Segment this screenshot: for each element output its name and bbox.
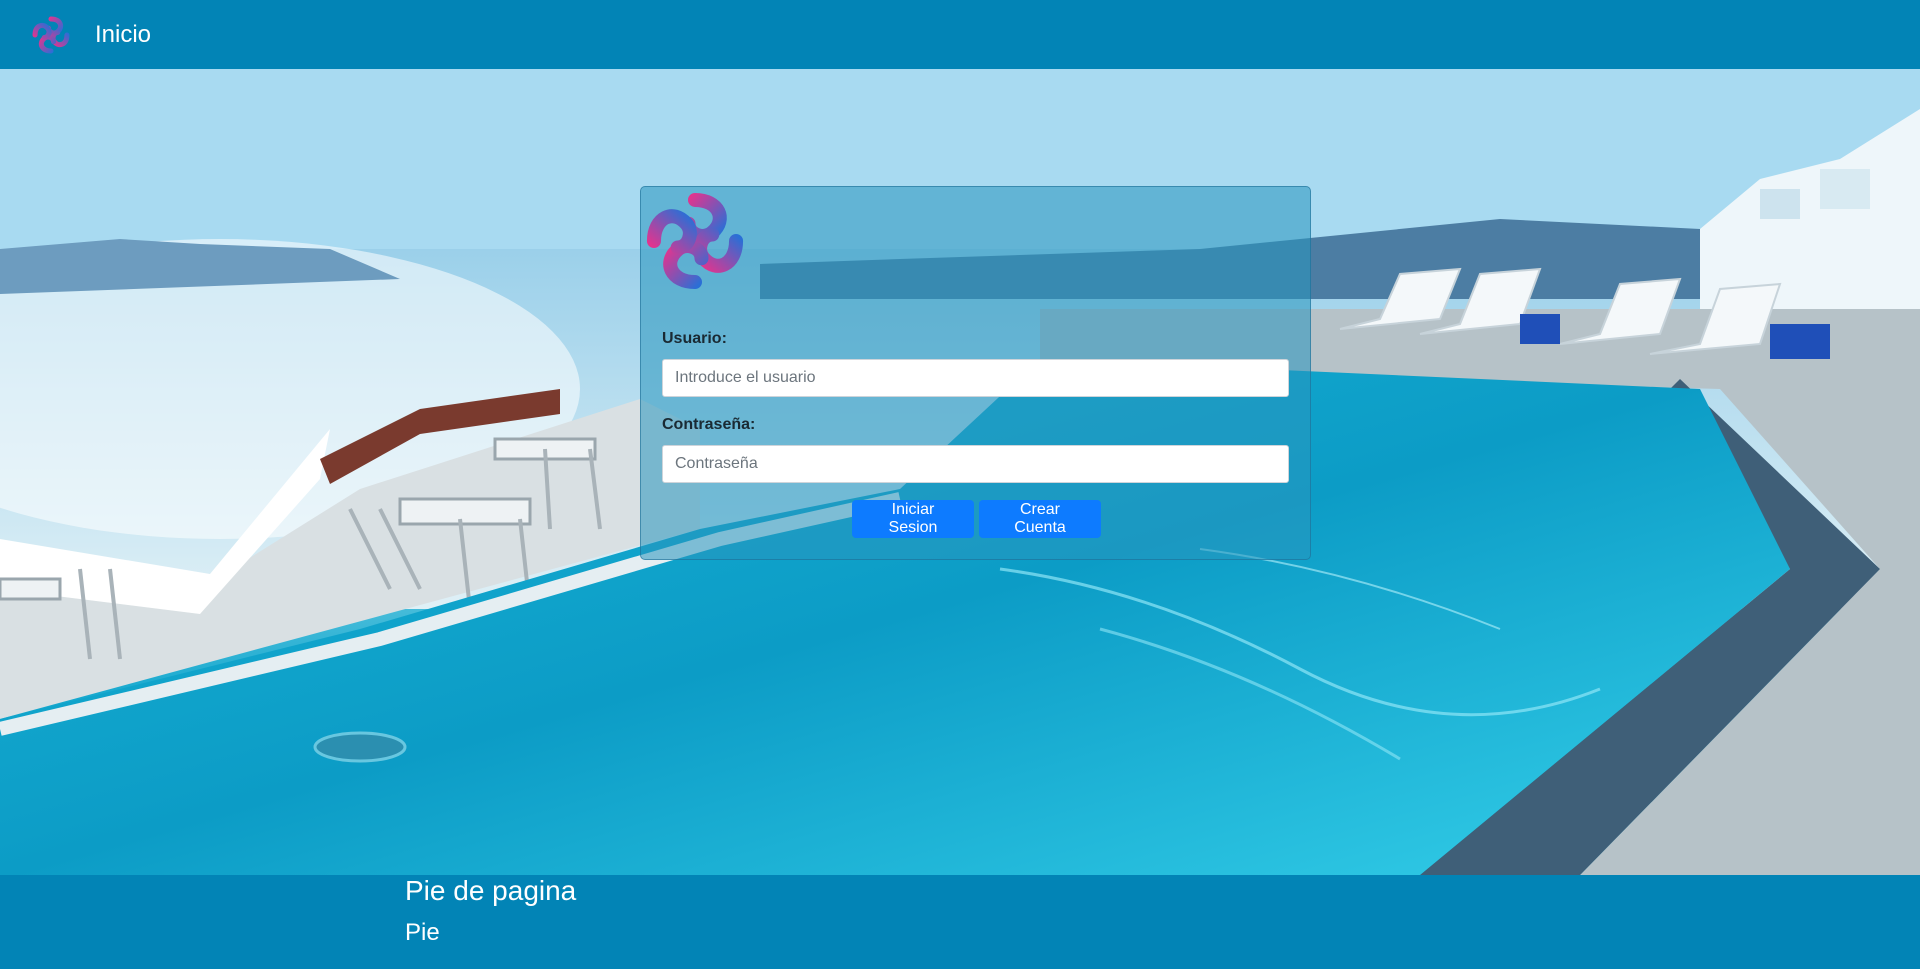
- navbar: Inicio: [0, 0, 1920, 69]
- footer-title: Pie de pagina: [405, 875, 577, 906]
- create-account-button[interactable]: Crear Cuenta: [979, 500, 1101, 538]
- password-input[interactable]: [662, 445, 1289, 483]
- username-label: Usuario:: [662, 330, 727, 347]
- nav-home-link[interactable]: Inicio: [95, 21, 151, 49]
- brand-logo-icon[interactable]: [30, 14, 72, 56]
- username-input[interactable]: [662, 359, 1289, 397]
- password-label: Contraseña:: [662, 416, 756, 433]
- login-card: Usuario: Contraseña: Iniciar Sesion Crea…: [640, 186, 1311, 560]
- login-button[interactable]: Iniciar Sesion: [852, 500, 974, 538]
- footer-text: Pie: [405, 919, 440, 946]
- knot-logo-icon: [646, 192, 744, 290]
- footer: Pie de pagina Pie: [0, 875, 1920, 969]
- hero-background: Usuario: Contraseña: Iniciar Sesion Crea…: [0, 69, 1920, 875]
